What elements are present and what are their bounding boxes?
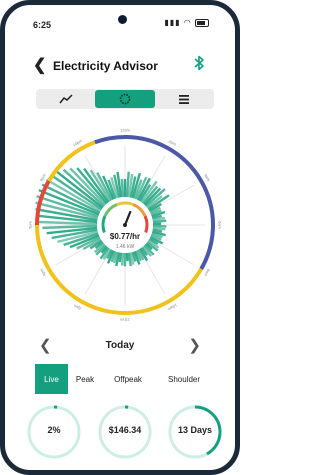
- graph-view-button[interactable]: [36, 89, 95, 109]
- dial-spoke: [84, 255, 108, 295]
- kpi-percent[interactable]: 2%: [25, 403, 83, 461]
- usage-bar: [120, 252, 125, 266]
- bluetooth-icon[interactable]: [193, 55, 205, 76]
- kpi-percent-value: 2%: [47, 425, 61, 435]
- day-navigation: ❮ Today ❯: [5, 336, 235, 354]
- battery-icon: [195, 18, 209, 27]
- status-time: 6:25: [33, 20, 52, 30]
- gauge-segment: [116, 201, 134, 207]
- hour-label: 6pm: [28, 220, 33, 228]
- usage-bar: [125, 252, 129, 262]
- kpi-cost[interactable]: $146.34: [96, 403, 154, 461]
- list-view-button[interactable]: [155, 89, 214, 109]
- hour-label: 12pm: [119, 318, 130, 323]
- phone-frame: 6:25 ▮▮▮ ◠ ❮ Electricity Advisor 12am 2a…: [0, 0, 240, 475]
- back-button[interactable]: ❮: [33, 55, 46, 75]
- hour-label: 4pm: [38, 267, 47, 277]
- view-toggle: [36, 89, 214, 109]
- tab-shoulder[interactable]: Shoulder: [164, 364, 204, 394]
- hour-label: 4am: [203, 173, 212, 183]
- system-icons: ▮▮▮ ◠: [164, 18, 209, 27]
- hour-label: 2pm: [72, 303, 82, 312]
- front-camera: [118, 15, 127, 24]
- kpi-days-value: 13 Days: [177, 425, 213, 435]
- tab-offpeak[interactable]: Offpeak: [110, 364, 146, 394]
- tariff-segment: [35, 180, 51, 226]
- tariff-segment: [94, 135, 126, 145]
- usage-bar: [120, 178, 125, 198]
- kpi-cost-value: $146.34: [108, 425, 142, 435]
- list-icon: [179, 94, 190, 104]
- line-chart-icon: [59, 94, 73, 104]
- usage-bar: [152, 219, 167, 224]
- hour-label: 2am: [168, 139, 178, 148]
- tariff-segment: [80, 267, 203, 315]
- app-header: ❮ Electricity Advisor: [5, 53, 235, 75]
- dial-spoke: [155, 184, 195, 208]
- hour-label: 12am: [120, 128, 131, 133]
- gauge-pivot: [123, 223, 127, 227]
- dial-icon: [119, 93, 131, 105]
- next-day-button[interactable]: ❯: [188, 336, 201, 354]
- page-title: Electricity Advisor: [53, 59, 158, 73]
- tab-live[interactable]: Live: [35, 364, 68, 394]
- summary-kpis: 2% $146.34 13 Days: [5, 403, 235, 470]
- hour-label: 10am: [166, 303, 178, 313]
- tab-peak[interactable]: Peak: [72, 364, 98, 394]
- usage-dial: 12am2am4am6am8am10am12pm2pm4pm6pm8pm10pm…: [28, 128, 223, 323]
- rate-value: $0.77/hr: [110, 232, 140, 241]
- dial-spoke: [142, 155, 166, 195]
- dial-view-button[interactable]: [95, 90, 155, 108]
- hour-label: 6am: [218, 221, 223, 229]
- dial-spoke: [142, 255, 166, 295]
- period-tabs: Live Peak Offpeak Shoulder: [35, 364, 215, 394]
- hour-label: 8am: [203, 268, 212, 278]
- dial-spoke: [155, 242, 195, 266]
- kpi-days[interactable]: 13 Days: [166, 403, 224, 461]
- signal-icon: ▮▮▮: [164, 18, 181, 27]
- power-value: 1.46 kW: [116, 244, 135, 250]
- wifi-icon: ◠: [183, 18, 192, 27]
